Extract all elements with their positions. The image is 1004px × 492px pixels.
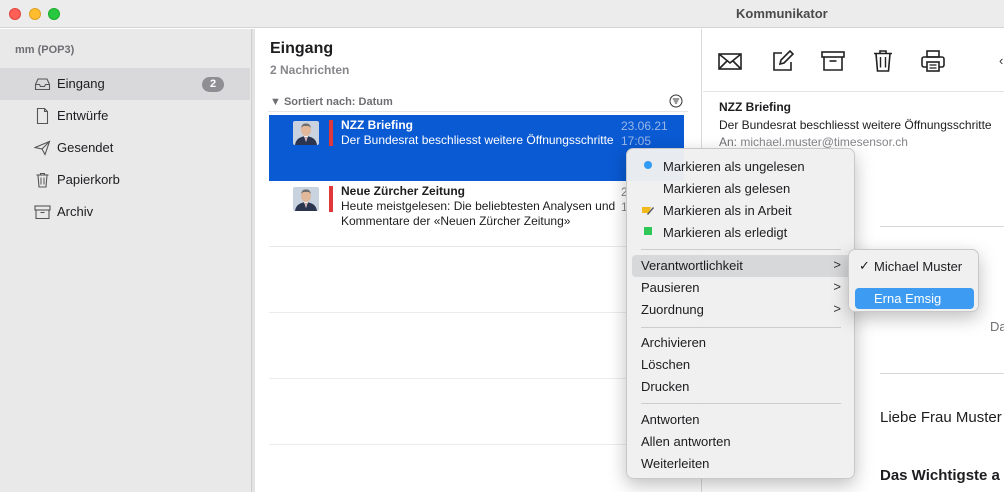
email-subject: Der Bundesrat beschliesst weitere Öffnun… [719,118,992,132]
email-greeting: Liebe Frau Muster [880,409,1002,426]
message-date: 23.06.21 17:05 [621,119,668,148]
envelope-icon[interactable] [717,49,743,73]
sidebar-item-gesendet[interactable]: Gesendet [0,132,250,164]
menu-item-mark-done[interactable]: Markieren als erledigt [632,222,851,244]
submenu-item-michael-muster[interactable]: ✓ Michael Muster [855,256,974,277]
checkmark-icon: ✓ [859,258,870,273]
context-menu: Markieren als ungelesen Markieren als ge… [626,148,855,479]
menu-item-responsibility[interactable]: Verantwortlichkeit > [632,255,851,277]
minimize-window-button[interactable] [29,8,41,20]
printer-icon[interactable] [920,49,946,73]
responsibility-submenu: ✓ Michael Muster Erna Emsig [848,249,979,312]
list-divider [269,378,684,379]
compose-icon[interactable] [770,49,796,73]
paper-plane-icon [34,140,51,156]
email-divider [880,226,1004,227]
menu-item-mark-read[interactable]: Markieren als gelesen [632,178,851,200]
message-row[interactable]: Neue Zürcher Zeitung Heute meistgelesen:… [269,181,684,247]
sidebar: mm (POP3) Eingang 2 Entwürfe Gesendet Pa… [0,29,255,492]
sidebar-item-archiv[interactable]: Archiv [0,196,250,228]
email-divider [880,373,1004,374]
menu-item-delete[interactable]: Löschen [632,354,851,376]
chevron-right-icon: > [833,279,841,294]
close-window-button[interactable] [9,8,21,20]
sender-avatar [293,121,319,145]
sidebar-item-label: Gesendet [57,140,114,155]
more-arrow-icon[interactable]: ‹ [999,53,1003,68]
sidebar-item-label: Entwürfe [57,108,109,123]
flag-marker [329,120,333,146]
message-count: 2 Nachrichten [270,63,350,77]
chevron-right-icon: > [833,257,841,272]
inbox-tray-icon [34,78,51,91]
message-preview: Der Bundesrat beschliesst weitere Öffnun… [341,133,614,147]
menu-item-mark-unread[interactable]: Markieren als ungelesen [632,156,851,178]
email-recipient: An: michael.muster@timesensor.ch [719,135,908,149]
sort-bar[interactable]: ▼ Sortiert nach: Datum [268,92,688,112]
document-icon [36,108,49,124]
menu-separator [641,249,841,250]
menu-item-mark-in-progress[interactable]: Markieren als in Arbeit [632,200,851,222]
message-preview: Heute meistgelesen: Die beliebtesten Ana… [341,199,616,228]
toolbar-divider [703,91,1004,92]
blue-dot-icon [644,161,652,169]
message-sender: Neue Zürcher Zeitung [341,184,466,198]
sidebar-item-label: Archiv [57,204,94,219]
menu-item-assignment[interactable]: Zuordnung > [632,299,851,321]
menu-separator [641,403,841,404]
app-window: Kommunikator mm (POP3) Eingang 2 Entwürf… [0,0,1004,492]
chevron-right-icon: > [833,301,841,316]
menu-item-print[interactable]: Drucken [632,376,851,398]
mailbox-title: Eingang [270,40,334,57]
account-label: mm (POP3) [15,44,75,56]
title-bar: Kommunikator [0,0,1004,28]
sidebar-item-papierkorb[interactable]: Papierkorb [0,164,250,196]
menu-item-reply[interactable]: Antworten [632,409,851,431]
email-sender: NZZ Briefing [719,100,791,114]
archive-icon[interactable] [820,49,846,73]
unread-count-badge: 2 [202,77,224,92]
sidebar-item-entwuerfe[interactable]: Entwürfe [0,100,250,132]
sidebar-item-label: Papierkorb [57,172,120,187]
message-row[interactable]: NZZ Briefing Der Bundesrat beschliesst w… [269,115,684,181]
menu-item-archive[interactable]: Archivieren [632,332,851,354]
email-heading: Das Wichtigste a [880,467,1000,484]
list-divider [269,444,684,445]
sidebar-item-label: Eingang [57,76,105,91]
flag-marker [329,186,333,212]
window-title: Kommunikator [736,6,828,21]
menu-item-reply-all[interactable]: Allen antworten [632,431,851,453]
sort-label[interactable]: ▼ Sortiert nach: Datum [270,96,393,108]
zoom-window-button[interactable] [48,8,60,20]
sender-avatar [293,187,319,211]
list-divider [269,312,684,313]
green-square-icon [644,227,652,235]
pencil-flag-icon [642,207,654,215]
message-sender: NZZ Briefing [341,118,413,132]
menu-item-pause[interactable]: Pausieren > [632,277,851,299]
sidebar-item-eingang[interactable]: Eingang 2 [0,68,250,100]
archive-box-icon [34,205,51,220]
email-text-fragment: Da [990,319,1004,334]
menu-item-forward[interactable]: Weiterleiten [632,453,851,475]
trash-icon[interactable] [870,49,896,73]
trash-icon [36,172,49,188]
filter-icon[interactable] [669,94,683,108]
submenu-item-erna-emsig[interactable]: Erna Emsig [855,288,974,309]
menu-separator [641,327,841,328]
